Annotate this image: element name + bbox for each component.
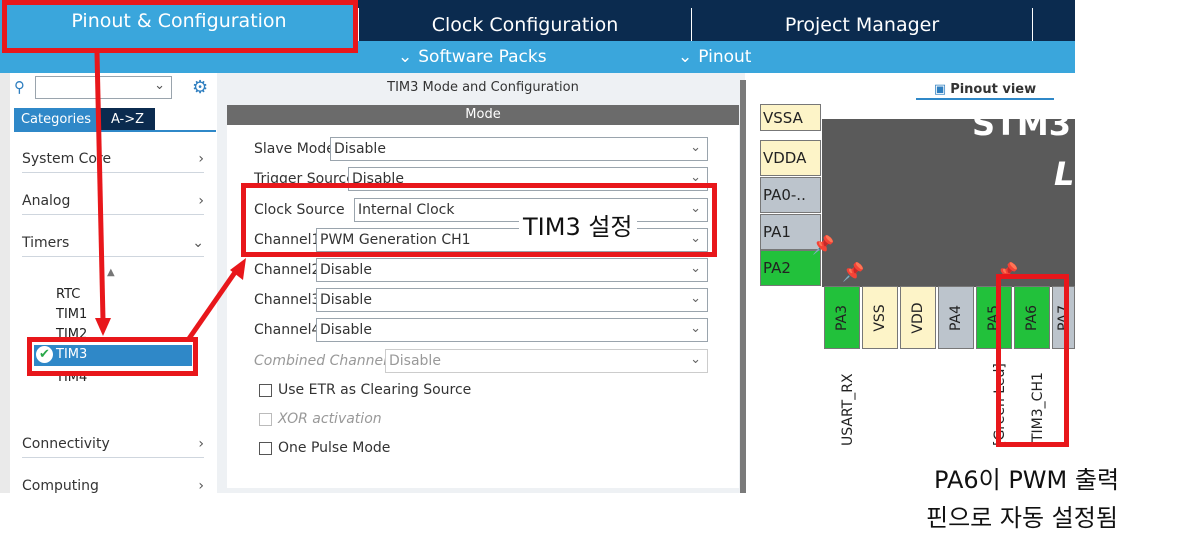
chip-label: STM3 [972,105,1071,143]
chip-label-2: L [1054,155,1075,193]
pin-lock-icon: 📌 [842,262,865,283]
pin-vssa[interactable]: VSSA [760,104,821,131]
pinout-view-label: Pinout view [950,81,1037,97]
highlight-pa6 [996,274,1069,447]
arrow-line-up [185,266,241,342]
pin-pa3[interactable]: PA3 [824,286,860,349]
arrow-line-down [94,52,106,321]
annotation-pa6-line1: PA6이 PWM 출력 [934,466,1120,494]
annotation-pa6-line2: 핀으로 자동 설정됨 [926,504,1118,532]
pin-vss[interactable]: VSS [862,286,898,349]
pin-lock-icon: 📌 [812,235,835,256]
pin-vdda[interactable]: VDDA [760,140,821,176]
chip-icon: ▣ [933,81,947,97]
signal-usart-rx: USART_RX [840,373,856,446]
pinout-view-tab[interactable]: ▣ Pinout view [916,80,1054,100]
arrow-head-down [95,318,111,336]
pin-pa0[interactable]: PA0-.. [760,177,821,213]
pin-pa4[interactable]: PA4 [938,286,974,349]
pin-vdd[interactable]: VDD [900,286,936,349]
